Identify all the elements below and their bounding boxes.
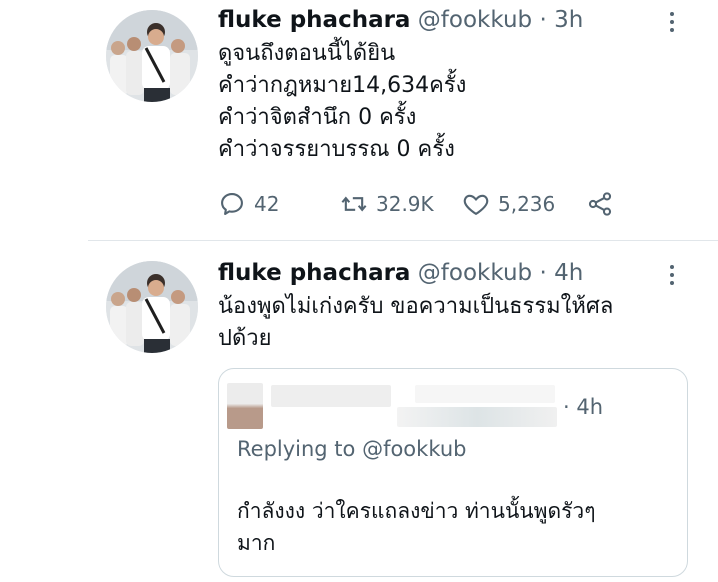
tweet-line: คำว่าจรรยาบรรณ 0 ครั้ง: [218, 137, 455, 162]
replying-to[interactable]: Replying to @fookkub: [237, 437, 466, 461]
author-handle[interactable]: @fookkub: [418, 7, 532, 33]
tweet-line: น้องพูดไม่เก่งครับ ขอความเป็นธรรมให้ศล: [218, 294, 614, 319]
timestamp[interactable]: 3h: [554, 7, 583, 33]
blurred-handle-extra: [415, 385, 555, 403]
avatar-photo: [106, 10, 198, 102]
tweet-line: ปด้วย: [218, 326, 272, 351]
retweet-button[interactable]: 32.9K: [340, 186, 434, 222]
tweet-line: คำว่ากฎหมาย14,634ครั้ง: [218, 73, 467, 98]
tweet-text: น้องพูดไม่เก่งครับ ขอความเป็นธรรมให้ศล ป…: [218, 291, 613, 355]
separator-dot: ·: [539, 260, 547, 286]
quoted-line: มาก: [237, 531, 276, 555]
tweet-header: fluke phachara @fookkub · 4h: [218, 260, 583, 286]
tweet-1[interactable]: fluke phachara @fookkub · 3h ดูจนถึงตอนน…: [0, 0, 718, 240]
quoted-text: กำลังงง ว่าใครแถลงข่าว ท่านนั้นพูดรัวๆ ม…: [237, 495, 596, 559]
tweet-line: คำว่าจิตสำนึก 0 ครั้ง: [218, 105, 417, 130]
retweet-icon: [341, 196, 367, 212]
like-button[interactable]: 5,236: [462, 186, 555, 222]
quoted-timestamp[interactable]: · 4h: [563, 395, 603, 419]
blurred-avatar: [227, 383, 263, 429]
share-button[interactable]: [586, 186, 614, 222]
author-name[interactable]: fluke phachara: [218, 7, 410, 33]
timestamp[interactable]: 4h: [554, 260, 583, 286]
more-icon[interactable]: [662, 8, 682, 36]
avatar[interactable]: [106, 10, 198, 102]
like-count: 5,236: [498, 192, 556, 216]
share-icon: [588, 192, 612, 216]
quoted-tweet[interactable]: · 4h Replying to @fookkub กำลังงง ว่าใคร…: [218, 368, 688, 577]
more-icon[interactable]: [662, 261, 682, 289]
quoted-line: กำลังงง ว่าใครแถลงข่าว ท่านนั้นพูดรัวๆ: [237, 499, 596, 523]
author-handle[interactable]: @fookkub: [418, 260, 532, 286]
blurred-name: [271, 385, 391, 407]
reply-count: 42: [254, 192, 280, 216]
avatar-photo: [106, 261, 198, 353]
author-name[interactable]: fluke phachara: [218, 260, 410, 286]
blurred-handle: [397, 407, 557, 427]
like-icon: [463, 194, 489, 215]
tweet-text: ดูจนถึงตอนนี้ได้ยิน คำว่ากฎหมาย14,634ครั…: [218, 38, 466, 166]
reply-button[interactable]: 42: [218, 186, 279, 222]
retweet-count: 32.9K: [376, 192, 434, 216]
avatar[interactable]: [106, 261, 198, 353]
separator-dot: ·: [539, 7, 547, 33]
tweet-line: ดูจนถึงตอนนี้ได้ยิน: [218, 41, 396, 66]
reply-icon: [221, 193, 243, 215]
tweet-header: fluke phachara @fookkub · 3h: [218, 7, 583, 33]
